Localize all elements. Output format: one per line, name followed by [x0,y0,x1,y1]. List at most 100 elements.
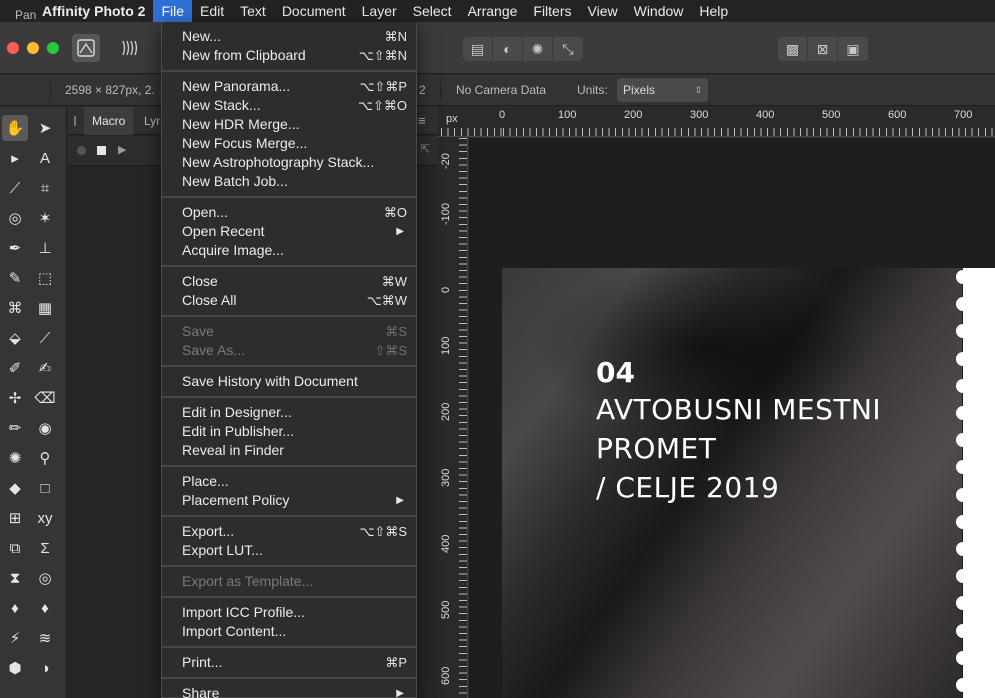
menu-item-close-all[interactable]: Close All ⌥⌘W [162,291,416,310]
photo-persona-icon[interactable] [72,34,100,62]
crop-tool-icon[interactable]: ⌗ [32,175,58,201]
menu-item-open[interactable]: Open... ⌘O [162,203,416,222]
menu-arrange[interactable]: Arrange [460,0,526,22]
erase-brush-tool-icon[interactable]: ⌫ [32,385,58,411]
3d-tool-icon[interactable]: ⬢ [2,655,28,681]
transform-icon[interactable]: ⤡ [553,37,583,61]
inpainting-tool-icon[interactable]: ✺ [2,445,28,471]
levels-icon[interactable]: ▤ [463,37,493,61]
deselect-icon[interactable]: ⊠ [808,37,838,61]
poster-text-block[interactable]: 04 AVTOBUSNI MESTNI PROMET / CELJE 2019 [596,356,881,507]
red-eye-tool-icon[interactable]: ◉ [32,415,58,441]
move-tool-icon[interactable]: ➤ [32,115,58,141]
menu-item-placement-policy[interactable]: Placement Policy ▶ [162,491,416,510]
menu-help[interactable]: Help [691,0,736,22]
liquify-persona-icon[interactable] [116,34,144,62]
artistic-text-tool-icon[interactable]: A [32,145,58,171]
aperture-icon[interactable]: ✺ [523,37,553,61]
fill-tool-icon[interactable]: ⬙ [2,325,28,351]
menu-item-import-icc-profile[interactable]: Import ICC Profile... [162,603,416,622]
sigma-tool-icon[interactable]: Σ [32,535,58,561]
menu-item-new-batch-job[interactable]: New Batch Job... [162,172,416,191]
color-picker-tool-icon[interactable]: ⟋ [2,175,28,201]
menu-select[interactable]: Select [405,0,460,22]
gradient-tool-icon[interactable]: ⟋ [32,325,58,351]
healing-brush-tool-icon[interactable]: ✎ [2,265,28,291]
pinch-tool-icon[interactable]: ⧗ [2,565,28,591]
menu-item-edit-in-publisher[interactable]: Edit in Publisher... [162,422,416,441]
menu-filters[interactable]: Filters [525,0,579,22]
menu-item-acquire-image[interactable]: Acquire Image... [162,241,416,260]
pen-tool-icon[interactable]: ✒ [2,235,28,261]
clone-brush-tool-icon[interactable]: ⊥ [32,235,58,261]
panel-menu-icon[interactable]: ≡ [418,113,426,128]
mask-tool-icon[interactable]: ◑ [32,655,58,681]
marquee-tool-icon[interactable]: ⬚ [32,265,58,291]
menu-item-place[interactable]: Place... [162,472,416,491]
vertical-ruler[interactable]: -20 -100 0 100 200 300 400 500 600 [438,137,468,698]
menu-item-save-history-with-document[interactable]: Save History with Document [162,372,416,391]
menu-window[interactable]: Window [626,0,692,22]
select-all-icon[interactable]: ▩ [778,37,808,61]
menu-item-print[interactable]: Print... ⌘P [162,653,416,672]
menu-item-edit-in-designer[interactable]: Edit in Designer... [162,403,416,422]
mesh-warp-tool-icon[interactable]: ⌘ [2,295,28,321]
menu-item-open-recent[interactable]: Open Recent ▶ [162,222,416,241]
flood-select-tool-icon[interactable]: ✶ [32,205,58,231]
stop-icon[interactable] [97,146,106,155]
zoom-window-button[interactable] [47,42,59,54]
measure-tool-icon[interactable]: xy [32,505,58,531]
menu-item-share[interactable]: Share ▶ [162,684,416,698]
units-dropdown[interactable]: Pixels ⇕ [617,78,708,102]
menu-item-new-from-clipboard[interactable]: New from Clipboard ⌥⇧⌘N [162,46,416,65]
record-icon[interactable] [77,146,86,155]
close-window-button[interactable] [7,42,19,54]
dodge-tool-icon[interactable]: ✏ [2,415,28,441]
document-canvas[interactable]: 04 AVTOBUSNI MESTNI PROMET / CELJE 2019 [469,138,995,698]
menu-document[interactable]: Document [274,0,354,22]
wave-tool-icon[interactable]: ≋ [32,625,58,651]
menu-item-new-focus-merge[interactable]: New Focus Merge... [162,134,416,153]
menu-item-export[interactable]: Export... ⌥⇧⌘S [162,522,416,541]
panel-grip-icon[interactable] [74,116,76,126]
add-node-tool-icon[interactable]: ♦ [32,595,58,621]
frame-text-tool-icon[interactable]: ⊞ [2,505,28,531]
warp-tool-icon[interactable]: ⧉ [2,535,28,561]
menu-file[interactable]: File [153,0,192,22]
node-tool-icon[interactable]: ▸ [2,145,28,171]
menu-item-new-panorama[interactable]: New Panorama... ⌥⇧⌘P [162,77,416,96]
twirl-tool-icon[interactable]: ◎ [32,565,58,591]
perspective-tool-icon[interactable]: ▦ [32,295,58,321]
pixel-tool-icon[interactable]: ✢ [2,385,28,411]
menu-item-reveal-in-finder[interactable]: Reveal in Finder [162,441,416,460]
tab-macro[interactable]: Macro [84,107,134,135]
menu-item-close[interactable]: Close ⌘W [162,272,416,291]
invert-selection-icon[interactable]: ▣ [838,37,868,61]
rectangle-tool-icon[interactable]: □ [32,475,58,501]
menu-item-export-lut[interactable]: Export LUT... [162,541,416,560]
horizontal-ruler[interactable]: px 0 100 200 300 400 500 600 700 [438,107,995,137]
lightning-tool-icon[interactable]: ⚡ [2,625,28,651]
menu-item-new-stack[interactable]: New Stack... ⌥⇧⌘O [162,96,416,115]
menu-view[interactable]: View [580,0,626,22]
menu-item-new-astrophotography-stack[interactable]: New Astrophotography Stack... [162,153,416,172]
burn-tool-icon[interactable]: ♦ [2,595,28,621]
export-macro-icon[interactable]: ⇱ [420,142,430,156]
menu-layer[interactable]: Layer [354,0,405,22]
minimize-window-button[interactable] [27,42,39,54]
selection-brush-tool-icon[interactable]: ◎ [2,205,28,231]
smudge-tool-icon[interactable]: ◆ [2,475,28,501]
app-menu[interactable]: Affinity Photo 2 [34,0,153,22]
menu-item-new-hdr-merge[interactable]: New HDR Merge... [162,115,416,134]
poster-artwork[interactable]: 04 AVTOBUSNI MESTNI PROMET / CELJE 2019 [502,268,962,698]
menu-item-import-content[interactable]: Import Content... [162,622,416,641]
play-icon[interactable]: ▶ [118,143,126,156]
pan-tool-icon[interactable]: ✋ [2,115,28,141]
menu-item-new[interactable]: New... ⌘N [162,27,416,46]
paint-mixer-tool-icon[interactable]: ✍ [32,355,58,381]
color-wheel-icon[interactable]: ◐ [493,37,523,61]
paint-brush-tool-icon[interactable]: ✐ [2,355,28,381]
menu-edit[interactable]: Edit [192,0,232,22]
zoom-tool-icon[interactable]: ⚲ [32,445,58,471]
menu-text[interactable]: Text [232,0,274,22]
